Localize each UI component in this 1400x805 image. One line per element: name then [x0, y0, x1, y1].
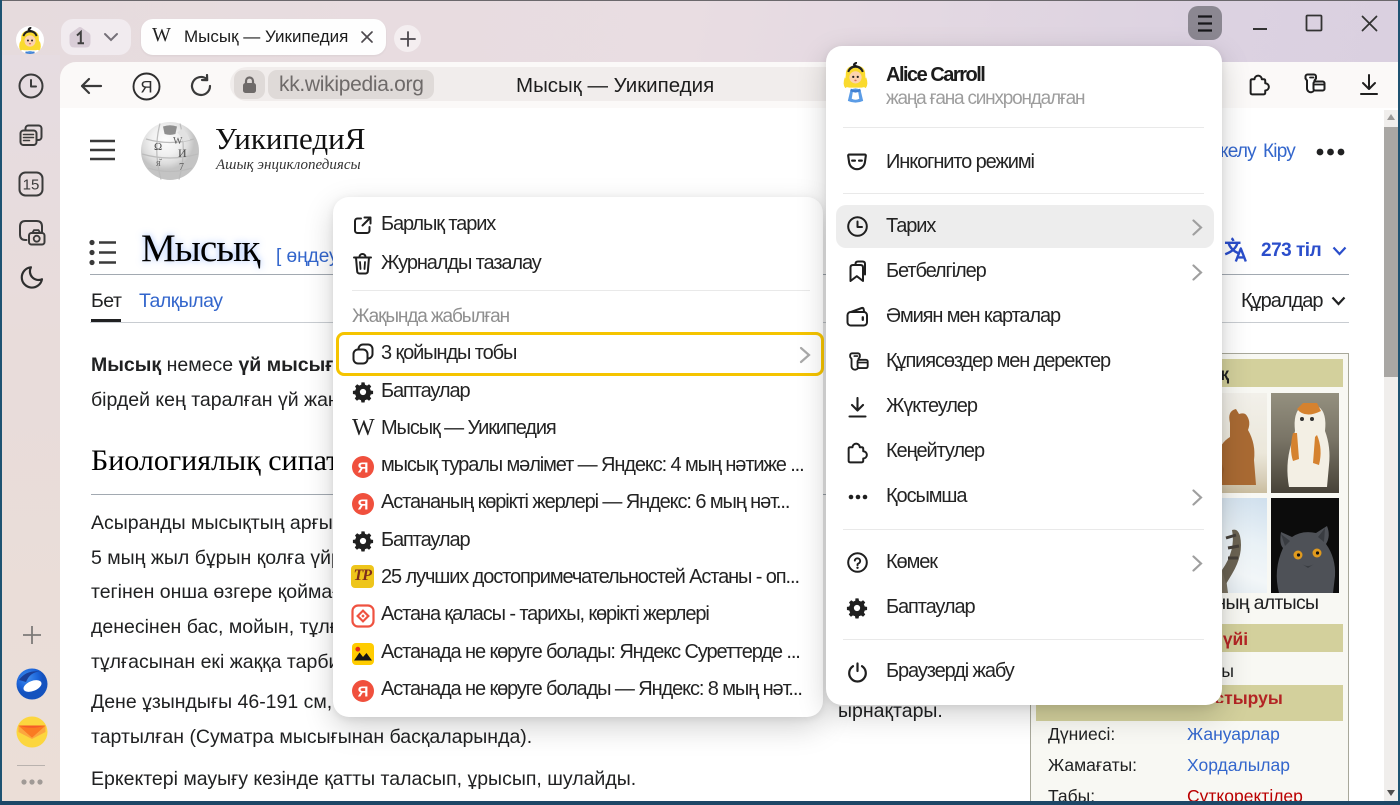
svg-text:И: И	[178, 146, 187, 160]
svg-text:Я: Я	[140, 78, 152, 97]
svg-text:7: 7	[179, 162, 184, 173]
svg-text:Ω: Ω	[154, 141, 162, 153]
svg-text:15: 15	[23, 177, 40, 194]
